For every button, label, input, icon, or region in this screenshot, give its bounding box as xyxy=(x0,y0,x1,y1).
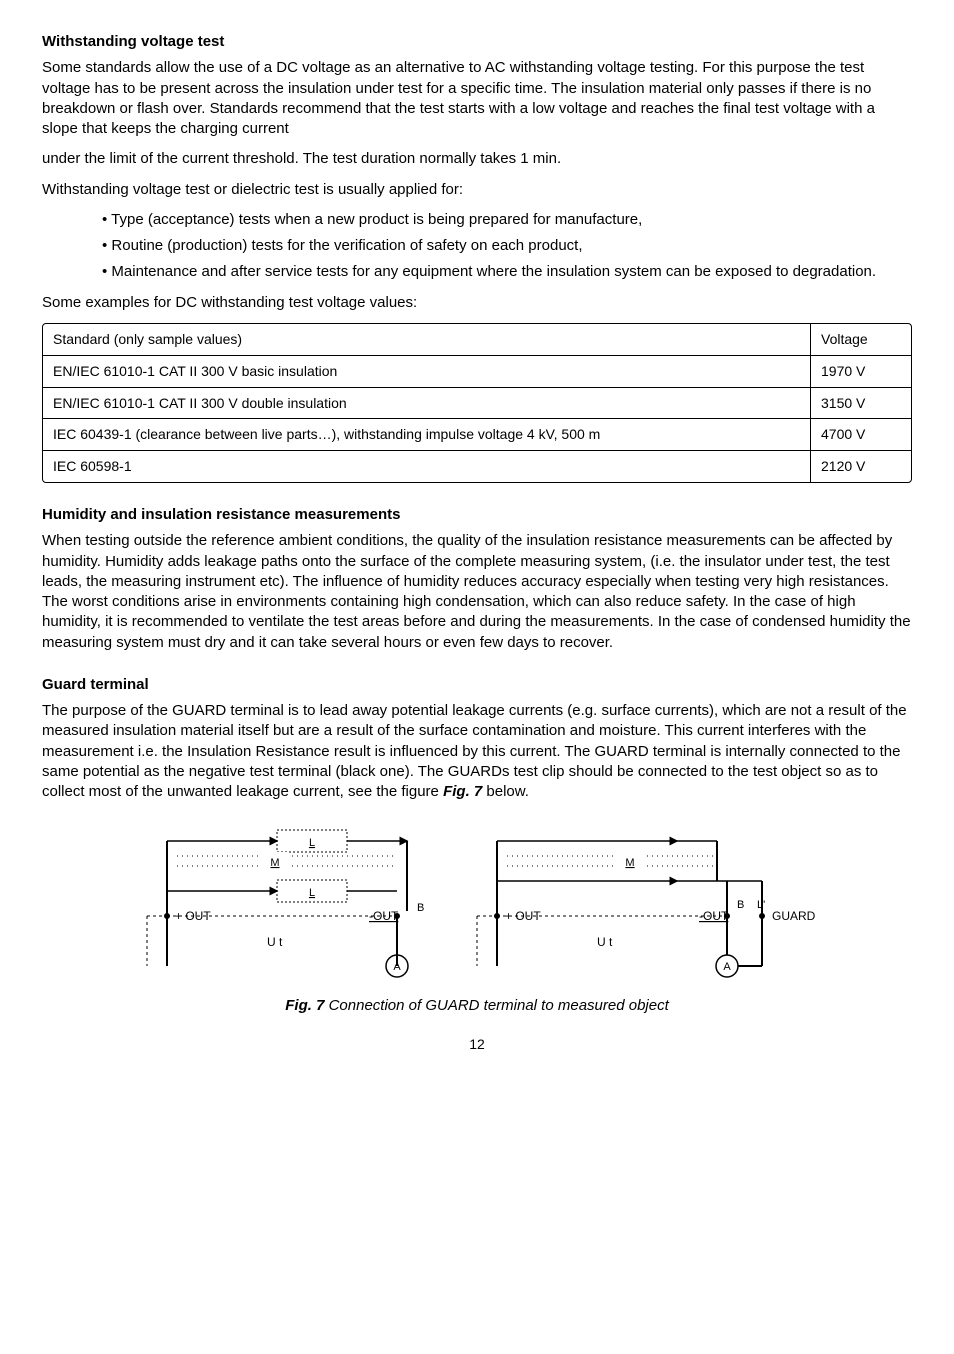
label-l: L xyxy=(309,837,315,849)
table-row: Standard (only sample values) Voltage xyxy=(43,324,911,355)
cell-voltage: 3150 V xyxy=(810,387,911,419)
bullet-list: • Type (acceptance) tests when a new pro… xyxy=(42,210,912,283)
list-item: • Maintenance and after service tests fo… xyxy=(102,262,912,282)
paragraph: under the limit of the current threshold… xyxy=(42,149,912,169)
cell-standard: EN/IEC 61010-1 CAT II 300 V double insul… xyxy=(43,387,810,419)
cell-voltage: 4700 V xyxy=(810,418,911,450)
paragraph-text: below. xyxy=(482,783,529,800)
label-ut: U t xyxy=(597,935,613,949)
label-ut: U t xyxy=(267,935,283,949)
cell-standard: EN/IEC 61010-1 CAT II 300 V basic insula… xyxy=(43,355,810,387)
guard-circuit-diagram: + OUT -OUT U t A L M L xyxy=(127,816,827,986)
paragraph: Some examples for DC withstanding test v… xyxy=(42,293,912,313)
paragraph: Withstanding voltage test or dielectric … xyxy=(42,180,912,200)
label-b: B xyxy=(417,902,424,914)
label-m: M xyxy=(270,857,279,869)
label-l: L xyxy=(309,887,315,899)
table-row: IEC 60598-1 2120 V xyxy=(43,450,911,482)
heading-humidity: Humidity and insulation resistance measu… xyxy=(42,505,912,525)
figure-caption: Fig. 7 Connection of GUARD terminal to m… xyxy=(42,996,912,1016)
cell-voltage: 2120 V xyxy=(810,450,911,482)
cell-standard: IEC 60598-1 xyxy=(43,450,810,482)
label-guard: GUARD xyxy=(772,909,816,923)
paragraph: When testing outside the reference ambie… xyxy=(42,531,912,653)
voltage-table: Standard (only sample values) Voltage EN… xyxy=(42,323,912,483)
heading-withstanding-voltage: Withstanding voltage test xyxy=(42,32,912,52)
table-row: EN/IEC 61010-1 CAT II 300 V double insul… xyxy=(43,387,911,419)
paragraph: Some standards allow the use of a DC vol… xyxy=(42,58,912,139)
figure-caption-text: Connection of GUARD terminal to measured… xyxy=(324,997,668,1014)
cell-standard: IEC 60439-1 (clearance between live part… xyxy=(43,418,810,450)
figure-label: Fig. 7 xyxy=(285,997,324,1014)
label-m: M xyxy=(625,857,634,869)
cell-voltage: 1970 V xyxy=(810,355,911,387)
label-a: A xyxy=(723,961,731,973)
paragraph: The purpose of the GUARD terminal is to … xyxy=(42,701,912,802)
list-item-text: Routine (production) tests for the verif… xyxy=(111,237,582,254)
label-b: B xyxy=(737,899,744,911)
table-row: EN/IEC 61010-1 CAT II 300 V basic insula… xyxy=(43,355,911,387)
cell-voltage: Voltage xyxy=(810,324,911,355)
figure-7: + OUT -OUT U t A L M L xyxy=(42,816,912,1016)
figure-reference: Fig. 7 xyxy=(443,783,482,800)
page-number: 12 xyxy=(42,1035,912,1054)
table-row: IEC 60439-1 (clearance between live part… xyxy=(43,418,911,450)
list-item: • Type (acceptance) tests when a new pro… xyxy=(102,210,912,230)
label-minus-out: -OUT xyxy=(699,909,729,923)
cell-standard: Standard (only sample values) xyxy=(43,324,810,355)
list-item-text: Maintenance and after service tests for … xyxy=(111,263,876,280)
heading-guard: Guard terminal xyxy=(42,675,912,695)
label-a: A xyxy=(393,961,401,973)
label-minus-out: -OUT xyxy=(369,909,399,923)
list-item: • Routine (production) tests for the ver… xyxy=(102,236,912,256)
list-item-text: Type (acceptance) tests when a new produ… xyxy=(111,211,642,228)
